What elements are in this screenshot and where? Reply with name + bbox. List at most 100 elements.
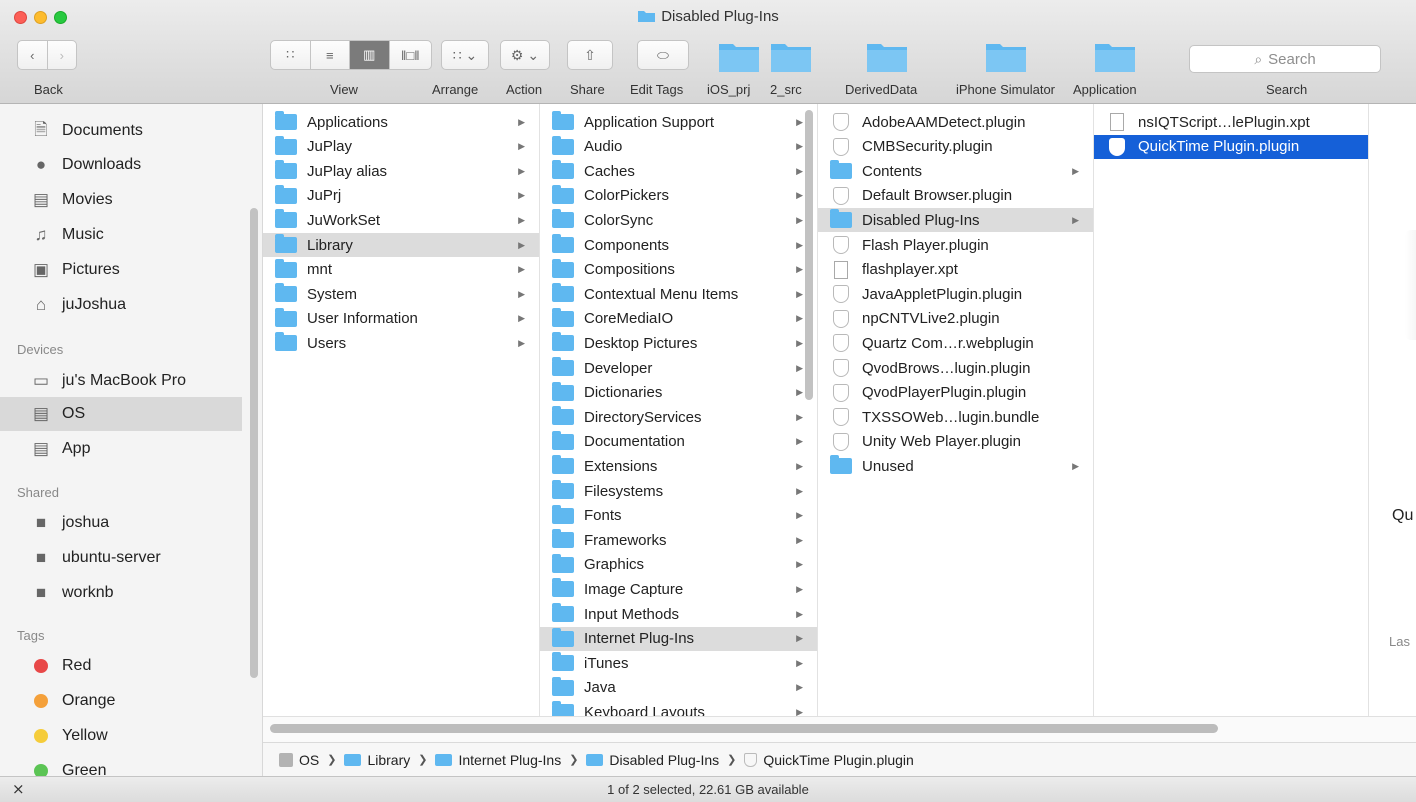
column-row[interactable]: JuWorkSet ▶ [263,208,539,232]
column-row[interactable]: Java ▶ [540,676,817,700]
path-item-disabled-plugins[interactable]: Disabled Plug-Ins [586,752,719,768]
arrange-button[interactable]: ∷ ⌄ [441,40,489,70]
column-row[interactable]: User Information ▶ [263,307,539,331]
sidebar-item-home[interactable]: ⌂ juJoshua [0,288,242,322]
column-row[interactable]: Developer ▶ [540,356,817,380]
folder-icon [435,753,453,766]
column-row[interactable]: JavaAppletPlugin.plugin [818,282,1093,306]
column-row[interactable]: Unused ▶ [818,454,1093,478]
column-row[interactable]: Keyboard Layouts ▶ [540,700,817,716]
path-item-quicktime-plugin[interactable]: QuickTime Plugin.plugin [744,752,914,768]
sidebar-item-ubuntu-server[interactable]: ■ ubuntu-server [0,541,242,575]
back-forward-control[interactable]: ‹ › [17,40,77,70]
column-library-scrollbar[interactable] [805,110,813,400]
list-view-icon[interactable]: ≡ [311,41,351,69]
horizontal-scrollbar[interactable] [270,724,1218,733]
column-row[interactable]: Contextual Menu Items ▶ [540,282,817,306]
sidebar-item-documents[interactable]: 🗎 Documents [0,114,242,148]
column-row[interactable]: QvodPlayerPlugin.plugin [818,381,1093,405]
sidebar-item-pictures[interactable]: ▣ Pictures [0,253,242,287]
column-row[interactable]: Extensions ▶ [540,454,817,478]
sidebar-tag-green[interactable]: Green [0,754,242,776]
column-row[interactable]: nsIQTScript…lePlugin.xpt [1094,110,1368,134]
sidebar-item-music[interactable]: ♫ Music [0,218,242,252]
column-row[interactable]: iTunes ▶ [540,651,817,675]
sidebar-item-macbook[interactable]: ▭ ju's MacBook Pro [0,364,242,398]
toolbar-folder-iphone-simulator[interactable] [986,40,1026,72]
sidebar-tag-yellow[interactable]: Yellow [0,719,242,753]
column-row[interactable]: Users ▶ [263,331,539,355]
column-row[interactable]: Flash Player.plugin [818,233,1093,257]
plugin-icon [744,752,758,767]
column-row[interactable]: System ▶ [263,282,539,306]
column-row[interactable]: ColorSync ▶ [540,208,817,232]
toolbar-folder-deriveddata[interactable] [867,40,907,72]
back-arrow-icon[interactable]: ‹ [18,41,48,69]
column-row[interactable]: Graphics ▶ [540,553,817,577]
toolbar-folder-ios-prj[interactable] [719,40,759,72]
column-row[interactable]: Library ▶ [263,233,539,257]
close-pathbar-icon[interactable]: ⨯ [12,780,25,798]
column-row[interactable]: Dictionaries ▶ [540,381,817,405]
column-row[interactable]: Default Browser.plugin [818,184,1093,208]
column-row[interactable]: Input Methods ▶ [540,602,817,626]
column-row[interactable]: Internet Plug-Ins ▶ [540,626,817,651]
sidebar-tag-orange[interactable]: Orange [0,684,242,718]
column-row[interactable]: JuPrj ▶ [263,184,539,208]
column-row[interactable]: Contents ▶ [818,159,1093,183]
sidebar-item-app[interactable]: ▤ App [0,432,242,466]
column-row[interactable]: Quartz Com…r.webplugin [818,331,1093,355]
icon-view-icon[interactable]: ∷ [271,41,311,69]
column-row-label: Contextual Menu Items [584,285,739,303]
coverflow-view-icon[interactable]: ‖□‖ [390,41,431,69]
column-row[interactable]: JuPlay alias ▶ [263,159,539,183]
sidebar-scrollbar[interactable] [250,208,258,678]
sidebar-item-downloads[interactable]: ● Downloads [0,148,242,182]
column-row[interactable]: npCNTVLive2.plugin [818,307,1093,331]
column-row[interactable]: Applications ▶ [263,110,539,134]
column-row[interactable]: Image Capture ▶ [540,577,817,601]
column-row[interactable]: Filesystems ▶ [540,479,817,503]
column-row[interactable]: flashplayer.xpt [818,258,1093,282]
column-row[interactable]: Frameworks ▶ [540,528,817,552]
column-row[interactable]: CMBSecurity.plugin [818,135,1093,159]
edit-tags-button[interactable]: ⬭ [637,40,689,70]
share-button[interactable]: ⇧ [567,40,613,70]
disclosure-arrow-icon: ▶ [796,485,803,496]
view-mode-control[interactable]: ∷ ≡ ▥ ‖□‖ [270,40,432,70]
column-row[interactable]: AdobeAAMDetect.plugin [818,110,1093,134]
column-row[interactable]: Documentation ▶ [540,430,817,454]
search-field[interactable]: ⌕ Search [1189,45,1381,73]
column-row[interactable]: Audio ▶ [540,135,817,159]
column-row[interactable]: Application Support ▶ [540,110,817,134]
column-row[interactable]: Unity Web Player.plugin [818,430,1093,454]
toolbar-folder-2-src[interactable] [771,40,811,72]
column-row[interactable]: Fonts ▶ [540,504,817,528]
sidebar-item-movies[interactable]: ▤ Movies [0,183,242,217]
action-button[interactable]: ⚙ ⌄ [500,40,550,70]
sidebar-item-worknb[interactable]: ■ worknb [0,576,242,610]
column-row[interactable]: DirectoryServices ▶ [540,405,817,429]
forward-arrow-icon[interactable]: › [48,41,77,69]
column-row[interactable]: JuPlay ▶ [263,135,539,159]
path-item-internet-plugins[interactable]: Internet Plug-Ins [435,752,561,768]
column-row[interactable]: mnt ▶ [263,258,539,282]
column-row[interactable]: Desktop Pictures ▶ [540,331,817,355]
path-item-os[interactable]: OS [279,752,319,768]
path-item-library[interactable]: Library [344,752,410,768]
sidebar-tag-red[interactable]: Red [0,649,242,683]
column-row[interactable]: QuickTime Plugin.plugin [1094,134,1368,159]
column-row[interactable]: Disabled Plug-Ins ▶ [818,208,1093,233]
toolbar-folder-application[interactable] [1095,40,1135,72]
column-row[interactable]: Compositions ▶ [540,258,817,282]
column-row[interactable]: Caches ▶ [540,159,817,183]
disclosure-arrow-icon: ▶ [518,214,525,225]
column-row[interactable]: QvodBrows…lugin.plugin [818,356,1093,380]
sidebar-item-joshua[interactable]: ■ joshua [0,506,242,540]
column-row[interactable]: ColorPickers ▶ [540,184,817,208]
column-row[interactable]: Components ▶ [540,233,817,257]
column-row[interactable]: CoreMediaIO ▶ [540,307,817,331]
column-view-icon[interactable]: ▥ [350,41,390,69]
sidebar-item-os[interactable]: ▤ OS [0,397,242,431]
column-row[interactable]: TXSSOWeb…lugin.bundle [818,405,1093,429]
